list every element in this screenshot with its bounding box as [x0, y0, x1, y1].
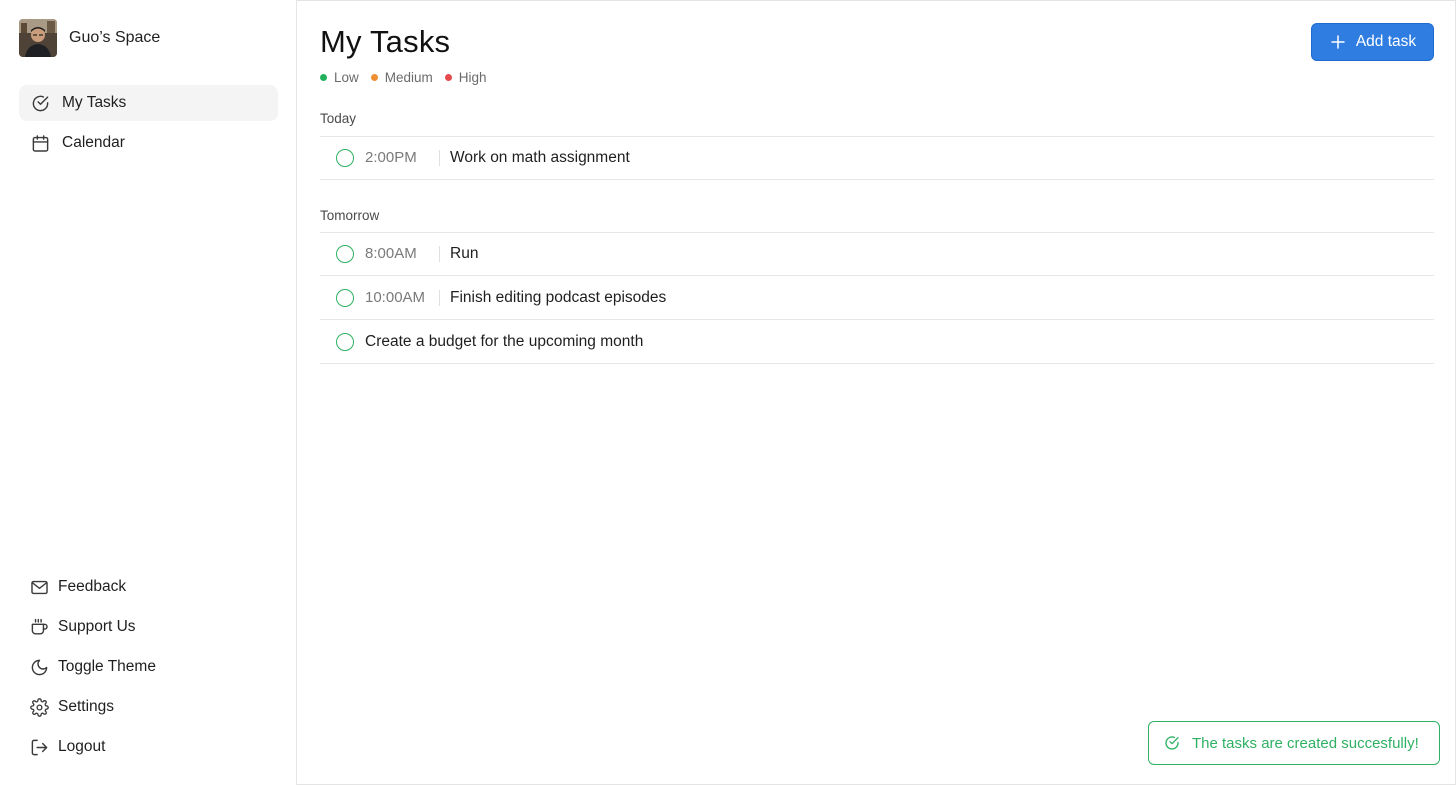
task-checkbox[interactable]	[336, 332, 354, 351]
workspace-switcher[interactable]: Guo’s Space	[19, 19, 160, 57]
support-us-label: Support Us	[58, 618, 136, 635]
sidebar: Guo’s Space My Tasks Calendar Feedback S…	[0, 0, 297, 785]
task-title: Run	[450, 244, 479, 262]
success-toast: The tasks are created succesfully!	[1148, 721, 1440, 765]
task-divider	[439, 149, 440, 166]
legend-label: High	[458, 70, 487, 85]
toggle-theme-label: Toggle Theme	[58, 658, 156, 675]
support-us-link[interactable]: Support Us	[30, 607, 270, 647]
toast-message: The tasks are created succesfully!	[1192, 734, 1419, 752]
logout-label: Logout	[58, 738, 106, 755]
task-title: Create a budget for the upcoming month	[365, 332, 644, 350]
page-title: My Tasks	[320, 24, 451, 59]
add-task-label: Add task	[1355, 33, 1417, 50]
add-task-button[interactable]: Add task	[1311, 23, 1434, 61]
high-priority-dot	[444, 74, 452, 81]
gear-icon	[30, 697, 49, 717]
mail-icon	[31, 580, 48, 594]
user-avatar	[19, 19, 57, 57]
workspace-name: Guo’s Space	[69, 29, 161, 46]
task-divider	[439, 245, 440, 262]
sidebar-item-label: My Tasks	[62, 94, 127, 111]
legend-item-high: High	[444, 70, 487, 85]
task-time: 8:00AM	[365, 245, 417, 262]
task-row[interactable]: Create a budget for the upcoming month	[320, 320, 1434, 364]
main-nav: My Tasks Calendar	[19, 85, 278, 165]
check-circle-icon	[32, 95, 49, 111]
logout-icon	[31, 739, 48, 755]
task-row[interactable]: 2:00PM Work on math assignment	[320, 136, 1434, 180]
task-row[interactable]: 10:00AM Finish editing podcast episodes	[320, 276, 1434, 320]
settings-label: Settings	[58, 698, 115, 715]
medium-priority-dot	[370, 74, 378, 81]
settings-link[interactable]: Settings	[30, 687, 270, 727]
coffee-cup-icon	[31, 618, 48, 635]
moon-icon	[31, 659, 48, 675]
toggle-theme-button[interactable]: Toggle Theme	[30, 647, 270, 687]
feedback-link[interactable]: Feedback	[30, 567, 270, 607]
task-checkbox[interactable]	[336, 288, 354, 307]
task-checkbox[interactable]	[336, 148, 354, 167]
task-divider	[439, 289, 440, 306]
task-checkbox[interactable]	[336, 244, 354, 263]
sidebar-item-my-tasks[interactable]: My Tasks	[19, 85, 278, 121]
legend-item-medium: Medium	[370, 70, 433, 85]
plus-icon	[1331, 35, 1345, 49]
calendar-icon	[32, 134, 49, 152]
group-label-tomorrow: Tomorrow	[320, 208, 380, 223]
sidebar-item-calendar[interactable]: Calendar	[19, 125, 278, 161]
logout-button[interactable]: Logout	[30, 727, 270, 767]
bottom-nav: Feedback Support Us Toggle Theme Setting…	[30, 567, 270, 767]
low-priority-dot	[320, 74, 327, 81]
priority-legend: Low Medium High	[320, 70, 487, 85]
legend-label: Medium	[384, 70, 433, 85]
legend-label: Low	[334, 70, 359, 85]
legend-item-low: Low	[320, 70, 359, 85]
avatar	[19, 19, 57, 57]
group-label-today: Today	[320, 111, 357, 126]
check-circle-icon	[1165, 736, 1179, 750]
task-time: 2:00PM	[365, 149, 417, 166]
task-row[interactable]: 8:00AM Run	[320, 232, 1434, 276]
task-title: Work on math assignment	[450, 148, 630, 166]
task-title: Finish editing podcast episodes	[450, 288, 667, 306]
feedback-label: Feedback	[58, 578, 127, 595]
task-time: 10:00AM	[365, 289, 426, 306]
main-content: My Tasks Low Medium High Add task Today …	[320, 0, 1434, 785]
sidebar-item-label: Calendar	[62, 134, 125, 151]
